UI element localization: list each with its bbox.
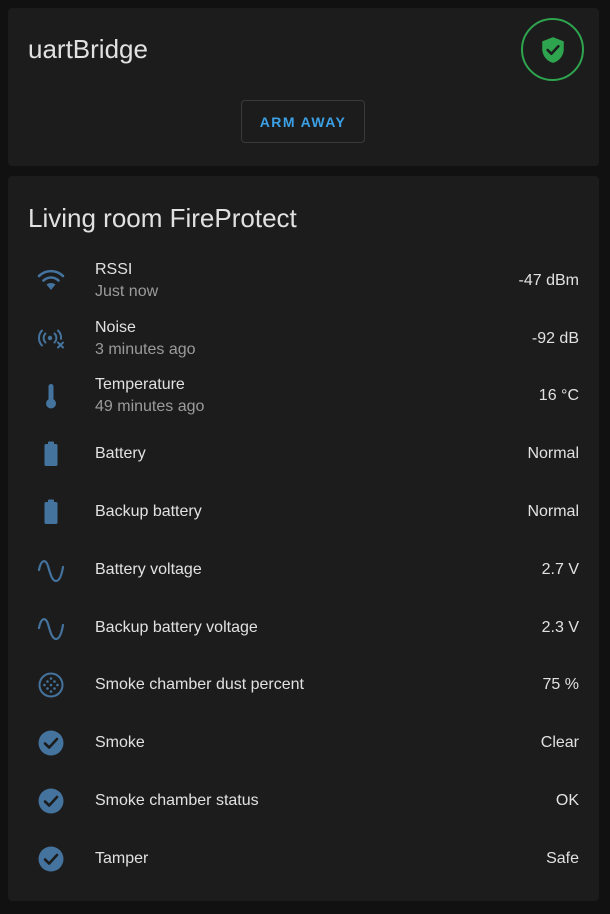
entity-row-rssi[interactable]: RSSI Just now -47 dBm [8, 252, 599, 310]
entity-state: Safe [546, 849, 579, 867]
entity-row-smoke-chamber-status[interactable]: Smoke chamber status OK [8, 772, 599, 830]
thermometer-icon [34, 379, 68, 413]
entity-row-noise[interactable]: Noise 3 minutes ago -92 dB [8, 310, 599, 368]
battery-icon [34, 495, 68, 529]
entity-row-smoke[interactable]: Smoke Clear [8, 714, 599, 772]
entity-name: Smoke chamber dust percent [95, 676, 304, 694]
entity-last-changed: 49 minutes ago [95, 398, 205, 416]
entity-row-smoke-chamber-dust-percent[interactable]: Smoke chamber dust percent 75 % [8, 657, 599, 715]
check-circle-icon [34, 726, 68, 760]
entity-name: Battery [95, 445, 146, 463]
entity-state: -47 dBm [518, 271, 579, 289]
entity-name: Temperature [95, 376, 185, 394]
entity-name: Tamper [95, 849, 149, 867]
entity-row-tamper[interactable]: Tamper Safe [8, 830, 599, 888]
entity-row-battery-voltage[interactable]: Battery voltage 2.7 V [8, 541, 599, 599]
check-circle-icon [34, 842, 68, 876]
entities-card-title: Living room FireProtect [28, 203, 297, 233]
entity-name: Noise [95, 318, 136, 336]
entity-list: RSSI Just now -47 dBm Noise 3 minutes ag… [8, 252, 599, 888]
entity-name: Backup battery voltage [95, 618, 258, 636]
entity-state: 16 °C [538, 387, 579, 405]
entity-state: -92 dB [531, 329, 579, 347]
shield-check-icon[interactable] [521, 18, 584, 81]
entity-state: 75 % [542, 676, 579, 694]
entity-state: Normal [527, 445, 579, 463]
entity-state: 2.7 V [541, 560, 579, 578]
entity-state: 2.3 V [541, 618, 579, 636]
entity-state: Clear [540, 734, 579, 752]
entity-row-battery[interactable]: Battery Normal [8, 425, 599, 483]
battery-icon [34, 437, 68, 471]
entity-row-backup-battery-voltage[interactable]: Backup battery voltage 2.3 V [8, 599, 599, 657]
check-circle-icon [34, 784, 68, 818]
entity-name: Smoke chamber status [95, 792, 259, 810]
sine-wave-icon [34, 553, 68, 587]
entity-last-changed: Just now [95, 282, 159, 300]
entity-name: Backup battery [95, 503, 202, 521]
wifi-icon [34, 264, 68, 298]
entity-name: RSSI [95, 260, 133, 278]
entity-name: Battery voltage [95, 560, 202, 578]
entity-last-changed: 3 minutes ago [95, 340, 196, 358]
sine-wave-icon [34, 611, 68, 645]
entity-name: Smoke [95, 734, 145, 752]
entity-state: Normal [527, 503, 579, 521]
alarm-panel-card: uartBridge ARM AWAY [8, 8, 599, 166]
arm-away-button[interactable]: ARM AWAY [241, 100, 365, 143]
dots-circle-icon [34, 668, 68, 702]
entities-card: Living room FireProtect RSSI Just now -4… [8, 176, 599, 901]
radio-tower-off-icon [34, 322, 68, 356]
entity-row-backup-battery[interactable]: Backup battery Normal [8, 483, 599, 541]
entity-state: OK [555, 792, 579, 810]
alarm-panel-title: uartBridge [28, 34, 148, 64]
entity-row-temperature[interactable]: Temperature 49 minutes ago 16 °C [8, 368, 599, 426]
